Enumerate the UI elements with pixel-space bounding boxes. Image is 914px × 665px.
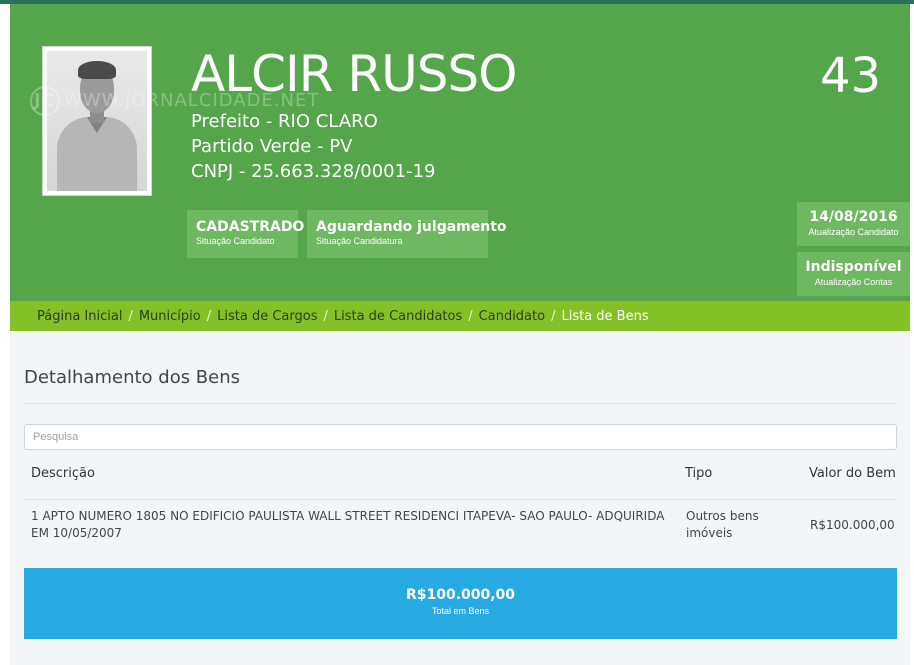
- breadcrumb-home[interactable]: Página Inicial: [37, 309, 122, 324]
- candidate-party: Partido Verde - PV: [191, 136, 353, 157]
- total-label: Total em Bens: [431, 606, 490, 616]
- update-candidate-label: Atualização Candidato: [808, 227, 899, 237]
- update-accounts-value: Indisponível: [805, 259, 902, 275]
- divider: [24, 499, 897, 500]
- column-header-tipo[interactable]: Tipo: [685, 466, 712, 481]
- candidate-photo: [42, 46, 152, 196]
- search-input[interactable]: [24, 424, 897, 450]
- status-value: CADASTRADO: [196, 219, 305, 235]
- portrait-image: [47, 51, 147, 191]
- breadcrumb-separator: /: [206, 308, 212, 324]
- column-header-valor[interactable]: Valor do Bem: [809, 466, 896, 481]
- update-candidate-box: 14/08/2016 Atualização Candidato: [797, 202, 910, 246]
- breadcrumb-separator: /: [323, 308, 328, 324]
- candidate-name: ALCIR RUSSO: [191, 45, 518, 103]
- breadcrumb-municipio[interactable]: Município: [139, 309, 201, 324]
- cell-descricao: 1 APTO NUMERO 1805 NO EDIFICIO PAULISTA …: [31, 509, 665, 540]
- watermark-logo: JC: [30, 86, 60, 116]
- breadcrumb-candidato[interactable]: Candidato: [479, 309, 545, 324]
- divider: [24, 403, 897, 404]
- assets-panel: Detalhamento dos Bens Descrição Tipo Val…: [10, 331, 910, 665]
- candidate-header: JC WWW.JORNALCIDADE.NET ALCIR RUSSO 43 Pr…: [10, 4, 910, 301]
- candidate-number: 43: [820, 48, 882, 104]
- page-title: Detalhamento dos Bens: [24, 367, 241, 388]
- update-accounts-box: Indisponível Atualização Contas: [797, 252, 910, 296]
- cell-tipo: Outros bens imóveis: [686, 509, 759, 540]
- breadcrumb-current: Lista de Bens: [561, 308, 649, 324]
- breadcrumb-separator: /: [128, 308, 133, 324]
- breadcrumb: Página Inicial / Município / Lista de Ca…: [10, 301, 910, 331]
- breadcrumb-separator: /: [551, 308, 556, 324]
- total-value: R$100.000,00: [405, 587, 516, 603]
- total-assets-box: R$100.000,00 Total em Bens: [24, 568, 897, 639]
- status-label: Situação Candidatura: [316, 236, 403, 246]
- candidate-cnpj: CNPJ - 25.663.328/0001-19: [191, 161, 436, 182]
- cell-valor: R$100.000,00: [810, 518, 895, 532]
- update-accounts-label: Atualização Contas: [814, 277, 893, 287]
- breadcrumb-cargos[interactable]: Lista de Cargos: [217, 309, 317, 324]
- status-badge-candidatura: Aguardando julgamento Situação Candidatu…: [307, 210, 507, 258]
- update-candidate-value: 14/08/2016: [809, 209, 898, 225]
- status-value: Aguardando julgamento: [316, 219, 507, 235]
- status-label: Situação Candidato: [196, 236, 275, 246]
- breadcrumb-separator: /: [468, 308, 473, 324]
- status-badge-candidato: CADASTRADO Situação Candidato: [187, 210, 305, 258]
- candidate-office: Prefeito - RIO CLARO: [191, 111, 378, 132]
- column-header-descricao[interactable]: Descrição: [31, 466, 95, 481]
- breadcrumb-candidatos[interactable]: Lista de Candidatos: [334, 309, 462, 324]
